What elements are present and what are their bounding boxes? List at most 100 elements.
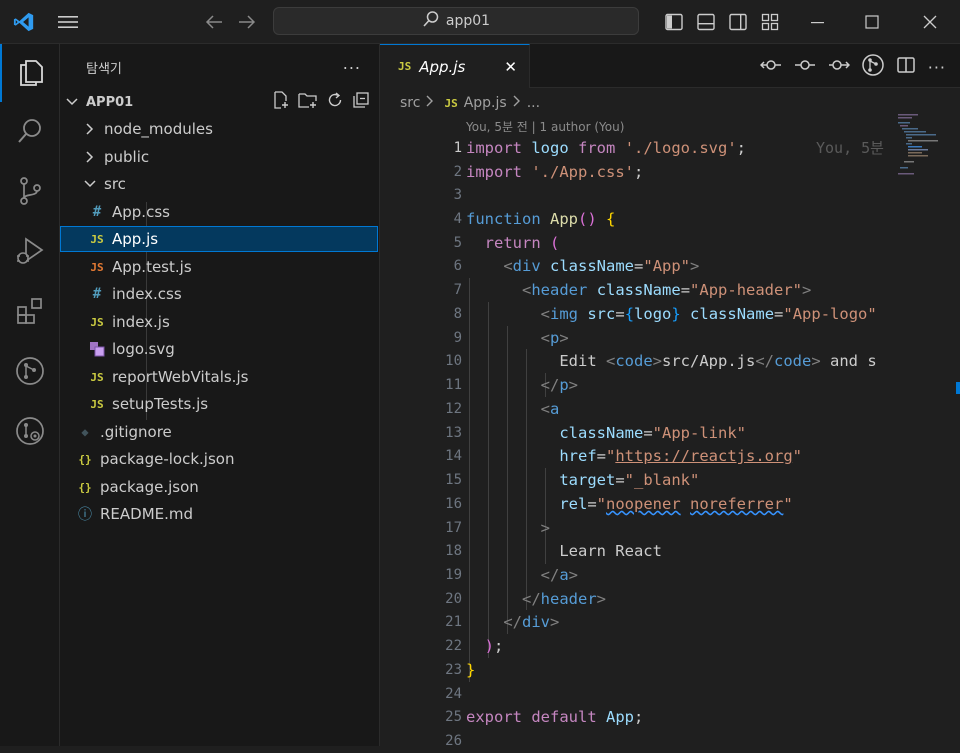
forward-arrow-icon[interactable]	[235, 10, 259, 34]
breadcrumb-folder[interactable]: src	[400, 95, 420, 111]
chevron-down-icon	[82, 179, 98, 189]
git-graph-icon[interactable]	[861, 54, 884, 80]
line-number: 11	[445, 377, 462, 393]
collapse-all-icon[interactable]	[352, 91, 370, 113]
tree-item-node-modules[interactable]: node_modules	[60, 116, 378, 142]
tree-item-app-js[interactable]: JS App.js	[60, 226, 378, 252]
git-file-icon: ◆	[81, 425, 89, 439]
explorer-toolbar	[272, 90, 370, 114]
inline-blame: You, 5분	[816, 139, 884, 157]
chevron-right-icon	[513, 95, 521, 111]
vscode-logo-icon	[12, 10, 36, 34]
json-file-icon: {}	[78, 480, 92, 494]
line-number: 9	[453, 330, 462, 346]
git-graph-activity[interactable]	[0, 344, 60, 402]
code-line: <img src={logo} className="App-logo"	[540, 305, 877, 323]
line-number: 3	[453, 187, 462, 203]
line-number: 24	[445, 686, 462, 702]
toggle-secondary-sidebar-icon[interactable]	[726, 10, 750, 34]
tree-item-app-test-js[interactable]: JS App.test.js	[60, 254, 378, 280]
js-file-icon: JS	[398, 60, 412, 73]
code-line: href="https://reactjs.org"	[559, 447, 802, 465]
code-line: );	[484, 637, 504, 655]
line-number: 13	[445, 425, 462, 441]
tree-item-label: package-lock.json	[100, 450, 235, 468]
tab-label: App.js	[419, 57, 466, 76]
line-number: 20	[445, 591, 462, 607]
line-number: 16	[445, 496, 462, 512]
chevron-right-icon	[82, 123, 98, 135]
tree-item-package-json[interactable]: {} package.json	[60, 474, 378, 500]
source-control-activity[interactable]	[0, 164, 60, 222]
code-line: className="App-link"	[559, 424, 746, 442]
line-number: 1	[453, 140, 462, 156]
toggle-primary-sidebar-icon[interactable]	[662, 10, 686, 34]
line-number: 25	[445, 709, 462, 725]
close-window-icon[interactable]	[918, 10, 942, 34]
close-tab-icon[interactable]: ✕	[504, 58, 517, 76]
tree-item-label: README.md	[100, 505, 194, 523]
line-number: 7	[453, 282, 462, 298]
js-file-icon: JS	[444, 96, 458, 110]
refresh-icon[interactable]	[326, 91, 344, 113]
breadcrumb-file[interactable]: App.js	[464, 95, 507, 111]
code-line: }	[466, 661, 476, 679]
run-debug-icon	[15, 236, 45, 270]
tab-app-js[interactable]: JS App.js ✕	[380, 44, 530, 88]
tree-item-label: index.js	[112, 313, 170, 331]
tree-item-gitignore[interactable]: ◆ .gitignore	[60, 419, 378, 445]
gitlens-activity[interactable]	[0, 404, 60, 462]
new-folder-icon[interactable]	[298, 91, 318, 113]
workspace-root[interactable]: APP01	[60, 90, 378, 114]
line-number: 5	[453, 235, 462, 251]
breadcrumb: src JS App.js ...	[400, 94, 540, 112]
breadcrumb-symbols[interactable]: ...	[527, 95, 540, 111]
next-revision-icon[interactable]	[828, 56, 850, 78]
run-debug-activity[interactable]	[0, 224, 60, 282]
tree-item-report-web-vitals-js[interactable]: JS reportWebVitals.js	[60, 364, 378, 390]
line-number: 14	[445, 448, 462, 464]
code-line: >	[540, 519, 550, 537]
code-line: return (	[484, 234, 560, 252]
line-number: 17	[445, 520, 462, 536]
maximize-window-icon[interactable]	[860, 10, 884, 34]
editor-actions: ···	[759, 54, 946, 80]
code-editor[interactable]: import logo from './logo.svg'; import '.…	[466, 136, 896, 746]
explorer-activity[interactable]	[0, 44, 60, 102]
tree-item-readme-md[interactable]: ⓘ README.md	[60, 501, 378, 527]
chevron-down-icon	[64, 97, 80, 107]
line-number: 4	[453, 211, 462, 227]
new-file-icon[interactable]	[272, 91, 290, 113]
split-editor-icon[interactable]	[896, 56, 916, 78]
command-center-search[interactable]: app01	[273, 7, 639, 35]
more-actions-icon[interactable]: ···	[928, 58, 946, 77]
code-line: export default App;	[466, 708, 644, 726]
explorer-more-actions[interactable]: ...	[343, 54, 361, 73]
open-changes-icon[interactable]	[759, 56, 782, 78]
explorer-sidebar: 탐색기 ... APP01 node_modules public src # …	[60, 44, 380, 746]
tree-item-package-lock-json[interactable]: {} package-lock.json	[60, 446, 378, 472]
git-graph-icon	[15, 356, 45, 390]
tree-item-setup-tests-js[interactable]: JS setupTests.js	[60, 391, 378, 417]
tree-item-index-js[interactable]: JS index.js	[60, 309, 378, 335]
tree-item-public[interactable]: public	[60, 144, 378, 170]
minimap[interactable]	[896, 112, 944, 746]
vertical-scrollbar[interactable]	[946, 112, 960, 746]
tree-item-label: package.json	[100, 478, 199, 496]
toggle-panel-icon[interactable]	[694, 10, 718, 34]
search-activity[interactable]	[0, 104, 60, 162]
tree-item-logo-svg[interactable]: logo.svg	[60, 336, 378, 362]
menu-icon[interactable]	[56, 10, 80, 34]
tree-item-src[interactable]: src	[60, 171, 378, 197]
chevron-right-icon	[82, 151, 98, 163]
code-line: Learn React	[466, 542, 662, 560]
minimize-window-icon[interactable]	[806, 10, 830, 34]
tree-item-app-css[interactable]: # App.css	[60, 199, 378, 225]
back-arrow-icon[interactable]	[202, 10, 226, 34]
extensions-activity[interactable]	[0, 284, 60, 342]
tree-item-index-css[interactable]: # index.css	[60, 281, 378, 307]
line-number: 22	[445, 638, 462, 654]
customize-layout-icon[interactable]	[758, 10, 782, 34]
previous-revision-icon[interactable]	[794, 56, 816, 78]
codelens-blame[interactable]: You, 5분 전 | 1 author (You)	[466, 118, 624, 135]
